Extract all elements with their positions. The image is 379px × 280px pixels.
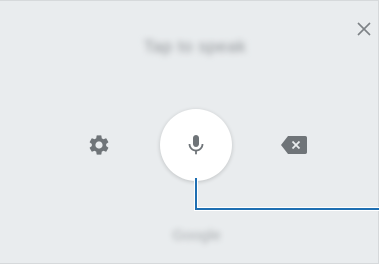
- voice-input-panel: Tap to speak Google: [0, 0, 379, 264]
- close-button[interactable]: [352, 17, 376, 41]
- backspace-button[interactable]: [281, 136, 307, 154]
- brand-label: Google: [172, 227, 221, 244]
- prompt-text: Tap to speak: [143, 37, 247, 56]
- gear-icon: [89, 135, 109, 155]
- voice-input-screen: Tap to speak Google: [0, 0, 379, 280]
- microphone-icon: [188, 135, 204, 155]
- backspace-icon: [281, 136, 307, 154]
- close-icon: [357, 22, 371, 36]
- settings-button[interactable]: [87, 133, 111, 157]
- microphone-button[interactable]: [160, 109, 232, 181]
